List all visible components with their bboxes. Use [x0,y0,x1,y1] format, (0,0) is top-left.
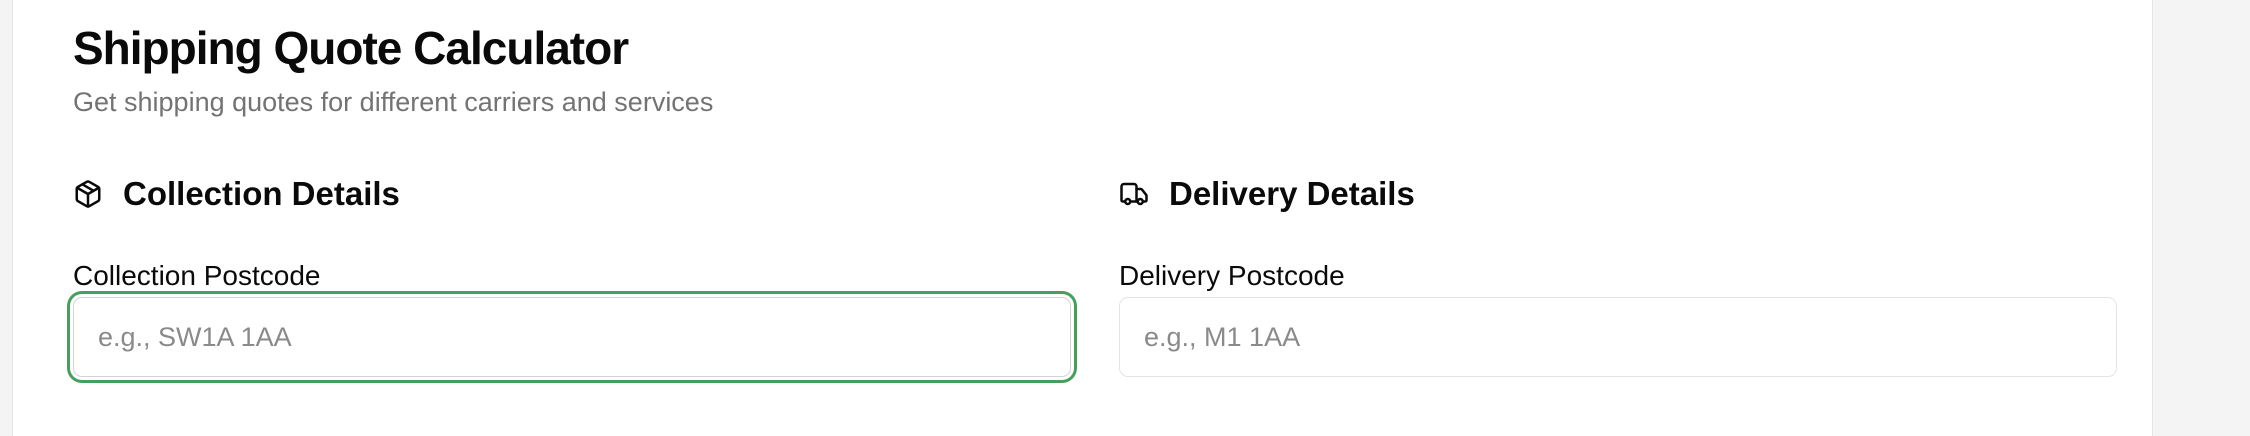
delivery-postcode-input[interactable] [1120,298,2116,376]
collection-details-header: Collection Details [73,172,400,216]
quote-calculator-card: Shipping Quote Calculator Get shipping q… [12,0,2153,436]
collection-details-title: Collection Details [123,175,400,212]
delivery-postcode-label: Delivery Postcode [1119,260,1345,291]
collection-postcode-field[interactable] [73,297,1071,377]
collection-postcode-input[interactable] [74,298,1070,376]
delivery-details-title: Delivery Details [1169,175,1415,212]
collection-postcode-label: Collection Postcode [73,260,321,291]
package-icon [73,179,103,209]
page-subtitle: Get shipping quotes for different carrie… [73,87,714,117]
page-title: Shipping Quote Calculator [73,22,629,74]
delivery-details-header: Delivery Details [1119,172,1415,216]
truck-icon [1119,179,1149,209]
delivery-postcode-field[interactable] [1119,297,2117,377]
